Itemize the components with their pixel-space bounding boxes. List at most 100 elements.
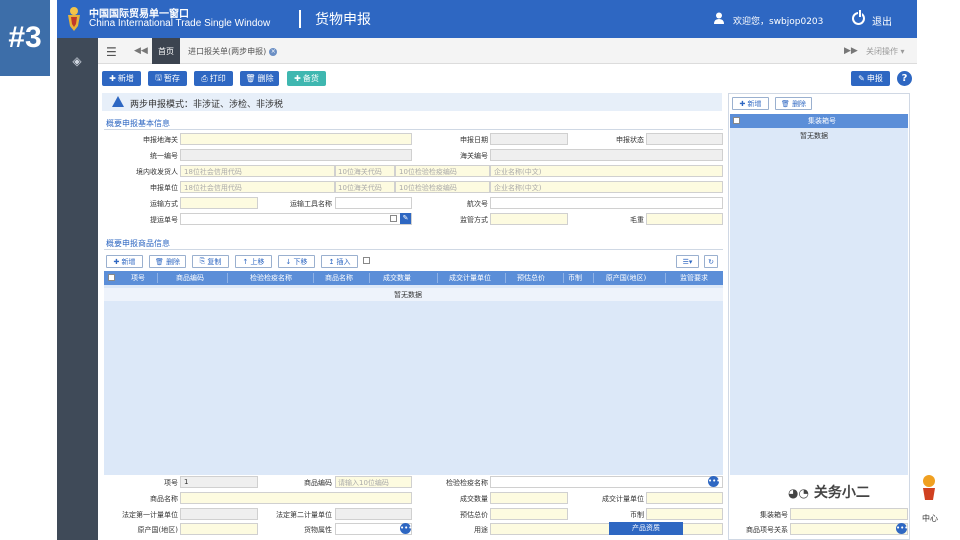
customs-no-label: 海关编号 bbox=[460, 152, 488, 160]
close-tab-icon[interactable]: × bbox=[269, 47, 278, 56]
plus-icon: ✚ bbox=[294, 74, 301, 83]
logout-link[interactable]: 退出 bbox=[872, 13, 892, 28]
consignee-credit-placeholder: 18位社会信用代码 bbox=[184, 168, 242, 176]
goods-rel-label: 商品项号关系 bbox=[746, 526, 788, 534]
trash-icon: 🗑 bbox=[780, 99, 790, 108]
remark-button[interactable]: ✚ 备货 bbox=[287, 71, 326, 86]
refresh-icon[interactable]: ↻ bbox=[704, 255, 718, 268]
tab-scroll-left-icon[interactable]: ◀◀ bbox=[134, 46, 148, 56]
declare-button[interactable]: ✎ 申报 bbox=[851, 71, 890, 86]
container-header-label: 集装箱号 bbox=[808, 117, 836, 125]
declare-button-label: 申报 bbox=[866, 74, 883, 83]
unified-no-field bbox=[180, 149, 412, 161]
deal-unit-field[interactable] bbox=[646, 492, 723, 504]
column-separator bbox=[369, 273, 370, 283]
goods-col-header[interactable]: 项号 bbox=[128, 273, 148, 283]
deal-qty-field[interactable] bbox=[490, 492, 568, 504]
supervision-mode-field[interactable] bbox=[490, 213, 568, 225]
delete-button[interactable]: 🗑 删除 bbox=[240, 71, 279, 86]
goods-delete-button[interactable]: 🗑 删除 bbox=[149, 255, 186, 268]
column-separator bbox=[505, 273, 506, 283]
origin-field[interactable] bbox=[180, 523, 258, 535]
declare-status-field bbox=[646, 133, 723, 145]
more-icon[interactable]: ••• bbox=[708, 476, 720, 487]
tab-scroll-right-icon[interactable]: ▶▶ bbox=[844, 46, 858, 56]
close-operations-dropdown[interactable]: 关闭操作 ▾ bbox=[866, 46, 905, 57]
power-icon[interactable] bbox=[852, 10, 865, 25]
more-icon[interactable]: ••• bbox=[896, 523, 908, 534]
goods-col-header[interactable]: 原产国(地区) bbox=[596, 273, 656, 283]
trash-icon: 🗑 bbox=[154, 257, 164, 266]
close-ops-label: 关闭操作 bbox=[866, 47, 898, 56]
goods-col-header[interactable]: 预估总价 bbox=[508, 273, 554, 283]
more-icon[interactable]: ••• bbox=[400, 523, 412, 534]
goods-col-header[interactable]: 商品编码 bbox=[160, 273, 220, 283]
currency-field[interactable] bbox=[646, 508, 723, 520]
tab-home[interactable]: 首页 bbox=[152, 38, 180, 64]
goods-up-button[interactable]: ↑ 上移 bbox=[235, 255, 272, 268]
arrow-up-icon: ↑ bbox=[242, 257, 249, 266]
goods-col-header[interactable]: 检验检疫名称 bbox=[230, 273, 312, 283]
goods-rel-field[interactable] bbox=[790, 523, 908, 535]
transport-name-field[interactable] bbox=[335, 197, 412, 209]
apps-icon[interactable]: ◈ bbox=[69, 54, 85, 68]
product-qualification-button[interactable]: 产品资质 bbox=[609, 522, 683, 535]
ciq-name-field[interactable] bbox=[490, 476, 723, 488]
select-all-checkbox[interactable] bbox=[108, 274, 115, 281]
gross-weight-label: 毛重 bbox=[630, 216, 644, 224]
goods-insert-button[interactable]: ↥ 插入 bbox=[321, 255, 358, 268]
tab-import-declaration[interactable]: 进口报关单(两步申报) × bbox=[188, 46, 278, 57]
origin-label: 原产国(地区) bbox=[137, 526, 178, 534]
est-total-field[interactable] bbox=[490, 508, 568, 520]
menu-toggle-icon[interactable]: ☰ bbox=[106, 45, 117, 59]
goods-down-button[interactable]: ↓ 下移 bbox=[278, 255, 315, 268]
item-no-label: 项号 bbox=[164, 479, 178, 487]
transport-mode-label: 运输方式 bbox=[150, 200, 178, 208]
goods-col-header[interactable]: 成交计量单位 bbox=[440, 273, 500, 283]
brand-name-en: China International Trade Single Window bbox=[89, 18, 271, 29]
goods-checkbox[interactable] bbox=[363, 257, 370, 264]
goods-name-label: 商品名称 bbox=[150, 495, 178, 503]
declare-status-label: 申报状态 bbox=[616, 136, 644, 144]
container-select-all-checkbox[interactable] bbox=[733, 117, 740, 124]
watermark-label: 关务小二 bbox=[813, 485, 870, 501]
goods-up-label: 上移 bbox=[250, 257, 265, 266]
goods-copy-label: 复制 bbox=[207, 257, 222, 266]
voyage-no-field[interactable] bbox=[490, 197, 723, 209]
new-button[interactable]: ✚ 新增 bbox=[102, 71, 141, 86]
goods-new-button[interactable]: ✚ 新增 bbox=[106, 255, 143, 268]
watermark-sub: 中心 bbox=[922, 514, 938, 523]
goods-col-header[interactable]: 商品名称 bbox=[316, 273, 362, 283]
save-button[interactable]: 🖫 暂存 bbox=[148, 71, 187, 86]
declare-unit-credit-placeholder: 18位社会信用代码 bbox=[184, 184, 242, 192]
container-no-field[interactable] bbox=[790, 508, 908, 520]
help-icon[interactable]: ? bbox=[897, 71, 912, 86]
goods-copy-button[interactable]: ⎘ 复制 bbox=[192, 255, 229, 268]
wechat-icon: ◕◔ bbox=[788, 486, 809, 500]
goods-col-header[interactable]: 币制 bbox=[566, 273, 584, 283]
column-separator bbox=[157, 273, 158, 283]
bill-no-checkbox[interactable] bbox=[390, 215, 397, 222]
legal-unit1-field bbox=[180, 508, 258, 520]
bill-edit-icon[interactable]: ✎ bbox=[400, 213, 411, 224]
column-separator bbox=[593, 273, 594, 283]
usage-field[interactable] bbox=[490, 523, 723, 535]
goods-col-header[interactable]: 成交数量 bbox=[372, 273, 422, 283]
goods-name-field[interactable] bbox=[180, 492, 412, 504]
transport-mode-field[interactable] bbox=[180, 197, 258, 209]
declare-date-label: 申报日期 bbox=[460, 136, 488, 144]
remark-button-label: 备货 bbox=[302, 74, 319, 83]
column-separator bbox=[437, 273, 438, 283]
consignee-inspect-placeholder: 10位检验检疫编码 bbox=[399, 168, 457, 176]
declare-customs-label: 申报地海关 bbox=[143, 136, 178, 144]
gross-weight-field[interactable] bbox=[646, 213, 723, 225]
container-delete-button[interactable]: 🗑 删除 bbox=[775, 97, 812, 110]
goods-insert-label: 插入 bbox=[336, 257, 351, 266]
goods-col-header[interactable]: 监管要求 bbox=[668, 273, 720, 283]
container-new-button[interactable]: ✚ 新增 bbox=[732, 97, 769, 110]
print-button[interactable]: ⎙ 打印 bbox=[194, 71, 233, 86]
declare-customs-field[interactable] bbox=[180, 133, 412, 145]
columns-menu-icon[interactable]: ☰▾ bbox=[676, 255, 699, 268]
bill-no-field[interactable] bbox=[180, 213, 412, 225]
container-delete-label: 删除 bbox=[792, 99, 807, 108]
